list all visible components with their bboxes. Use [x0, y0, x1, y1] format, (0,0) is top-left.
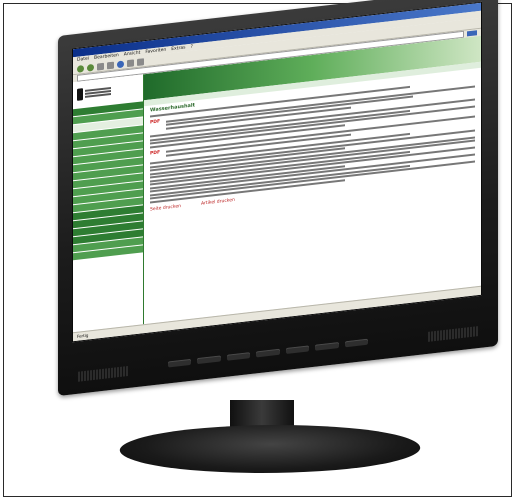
- search-icon[interactable]: [127, 58, 134, 67]
- home-icon[interactable]: [117, 59, 124, 68]
- eagle-icon: [77, 88, 83, 101]
- monitor-bezel: Datei Bearbeiten Ansicht Favoriten Extra…: [58, 0, 498, 396]
- monitor: Datei Bearbeiten Ansicht Favoriten Extra…: [58, 0, 498, 396]
- print-page-link[interactable]: Seite drucken: [150, 203, 181, 212]
- monitor-button[interactable]: [256, 348, 280, 358]
- pdf-icon[interactable]: PDF: [150, 150, 162, 160]
- screen: Datei Bearbeiten Ansicht Favoriten Extra…: [72, 1, 482, 343]
- monitor-button[interactable]: [315, 342, 339, 351]
- monitor-button[interactable]: [226, 352, 251, 361]
- web-page: Wasserhaushalt PDF PDF Seite drucken Art…: [73, 35, 481, 334]
- power-button[interactable]: [344, 338, 368, 348]
- pdf-icon[interactable]: PDF: [150, 119, 162, 132]
- forward-icon[interactable]: [87, 63, 94, 72]
- sidebar: [73, 74, 144, 334]
- back-icon[interactable]: [77, 64, 84, 73]
- monitor-button[interactable]: [197, 355, 221, 365]
- monitor-button[interactable]: [168, 358, 192, 368]
- speaker-grille-left: [78, 366, 128, 382]
- monitor-button[interactable]: [285, 345, 310, 355]
- stop-icon[interactable]: [97, 62, 104, 71]
- refresh-icon[interactable]: [107, 61, 114, 69]
- speaker-grille-right: [428, 326, 478, 342]
- main-content: Wasserhaushalt PDF PDF Seite drucken Art…: [144, 35, 481, 325]
- print-article-link[interactable]: Artikel drucken: [201, 197, 235, 206]
- menu-file[interactable]: Datei: [77, 55, 89, 63]
- menu-help[interactable]: ?: [190, 44, 192, 51]
- favorites-icon[interactable]: [137, 57, 144, 66]
